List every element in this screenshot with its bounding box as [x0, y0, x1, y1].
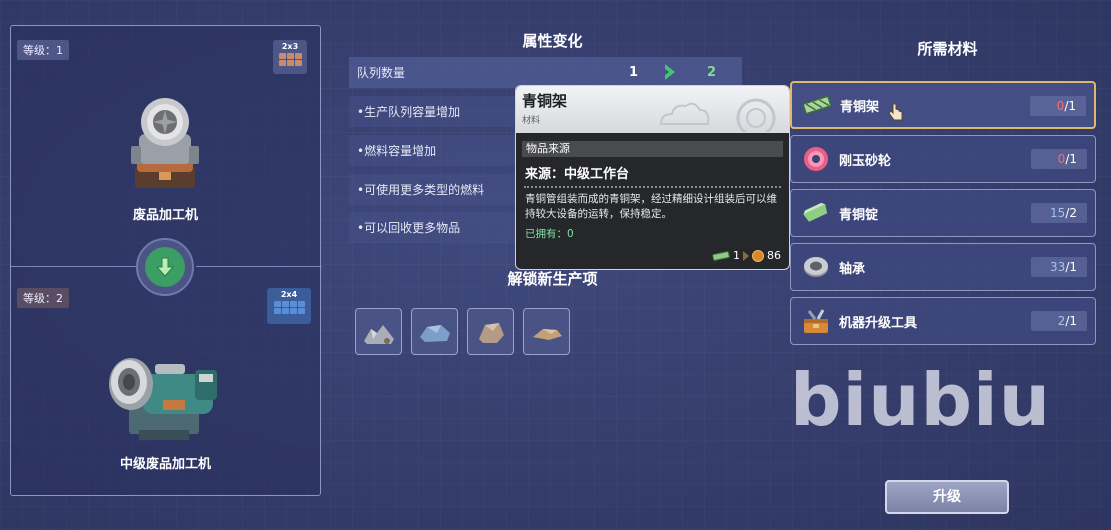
- tooltip-owned-count: 已拥有：0: [525, 228, 574, 240]
- attribute-label: •燃料容量增加: [357, 144, 437, 158]
- coin-icon: [752, 249, 764, 262]
- tooltip-source: 来源：中级工作台: [525, 167, 630, 182]
- attribute-label: 队列数量: [357, 66, 406, 80]
- unlock-title: 解锁新生产项: [507, 270, 598, 288]
- attributes-title: 属性变化: [522, 32, 583, 50]
- current-machine-name: 废品加工机: [132, 208, 198, 223]
- arrow-right-icon: [743, 250, 749, 261]
- tooltip-header: 青铜架 材料: [516, 86, 789, 133]
- flat-scrap-icon: [532, 328, 562, 340]
- bearing-icon: [801, 252, 831, 282]
- material-name: 轴承: [839, 261, 866, 277]
- attribute-row-queue: 队列数量 1 2: [349, 57, 742, 88]
- material-item-bronze-frame[interactable]: 青铜架 0/1: [790, 81, 1096, 129]
- material-count: 0/1: [1030, 96, 1086, 116]
- attribute-label: •可以回收更多物品: [357, 221, 461, 235]
- attribute-label: •可使用更多类型的燃料: [357, 183, 485, 197]
- material-count: 33/1: [1031, 257, 1087, 277]
- next-size-label: 2x4: [280, 290, 298, 299]
- attribute-old-value: 1: [629, 65, 639, 80]
- current-size-badge: 2x3: [273, 40, 307, 74]
- unlock-item-slot[interactable]: [355, 308, 402, 355]
- current-level-badge: 等级：1: [17, 40, 69, 60]
- divider-right: [196, 266, 322, 267]
- unlock-item-slot[interactable]: [523, 308, 570, 355]
- material-name: 刚玉砂轮: [839, 153, 892, 169]
- tooltip-sell-count: 1: [733, 249, 740, 262]
- material-item-upgrade-tool[interactable]: 机器升级工具 2/1: [790, 297, 1096, 345]
- required-materials-title: 所需材料: [917, 40, 978, 58]
- material-name: 青铜锭: [839, 207, 879, 223]
- tooltip-price-row: 1 86: [712, 249, 781, 262]
- material-item-grinding-wheel[interactable]: 刚玉砂轮 0/1: [790, 135, 1096, 183]
- current-size-label: 2x3: [281, 42, 299, 51]
- scrap-processor-icon: [131, 98, 199, 188]
- toolbox-icon: [801, 306, 831, 336]
- grinding-wheel-icon: [801, 144, 831, 174]
- machine-comparison-panel: 等级：1 2x3 废品加工机 等级：2 2x4 中级废品加工机: [10, 25, 322, 496]
- footprint-grid-icon: [273, 301, 305, 314]
- material-item-bearing[interactable]: 轴承 33/1: [790, 243, 1096, 291]
- unlock-item-slot[interactable]: [411, 308, 458, 355]
- item-tooltip: 青铜架 材料 物品来源 来源：中级工作台 青铜管组装而成的青铜架，经过精细设计组…: [515, 85, 790, 270]
- arrow-down-icon: [145, 247, 185, 287]
- material-item-bronze-ingot[interactable]: 青铜锭 15/2: [790, 189, 1096, 237]
- bronze-frame-icon: [712, 250, 730, 261]
- tooltip-price: 86: [767, 249, 781, 262]
- material-count: 2/1: [1031, 311, 1087, 331]
- next-size-badge: 2x4: [267, 288, 311, 324]
- hand-cursor-icon: [888, 103, 903, 121]
- advanced-scrap-processor-icon: [109, 358, 217, 440]
- tooltip-divider: [524, 186, 781, 188]
- tooltip-description: 青铜管组装而成的青铜架，经过精细设计组装后可以维持较大设备的运转，保持稳定。: [525, 193, 777, 220]
- chevron-right-icon: [665, 64, 675, 80]
- bronze-ingot-icon: [801, 198, 831, 228]
- next-machine-name: 中级废品加工机: [119, 457, 211, 472]
- stone-chunk-icon: [478, 322, 504, 343]
- upgrade-button[interactable]: 升级: [885, 480, 1009, 514]
- attribute-new-value: 2: [707, 65, 717, 80]
- unlock-item-slot[interactable]: [467, 308, 514, 355]
- divider-left: [11, 266, 136, 267]
- bronze-frame-icon: [802, 90, 832, 120]
- material-count: 15/2: [1031, 203, 1087, 223]
- attribute-label: •生产队列容量增加: [357, 105, 461, 119]
- footprint-grid-icon: [278, 53, 302, 66]
- watermark-logo: biubiu: [790, 358, 1051, 442]
- material-count: 0/1: [1031, 149, 1087, 169]
- tooltip-source-header: 物品来源: [522, 141, 783, 157]
- material-name: 机器升级工具: [839, 315, 918, 331]
- cloud-decor-icon: [659, 98, 776, 132]
- upgrade-arrow: [136, 238, 194, 296]
- rock-slab-icon: [419, 324, 450, 342]
- next-level-badge: 等级：2: [17, 288, 69, 308]
- ore-pile-icon: [363, 324, 394, 344]
- material-name: 青铜架: [840, 99, 880, 115]
